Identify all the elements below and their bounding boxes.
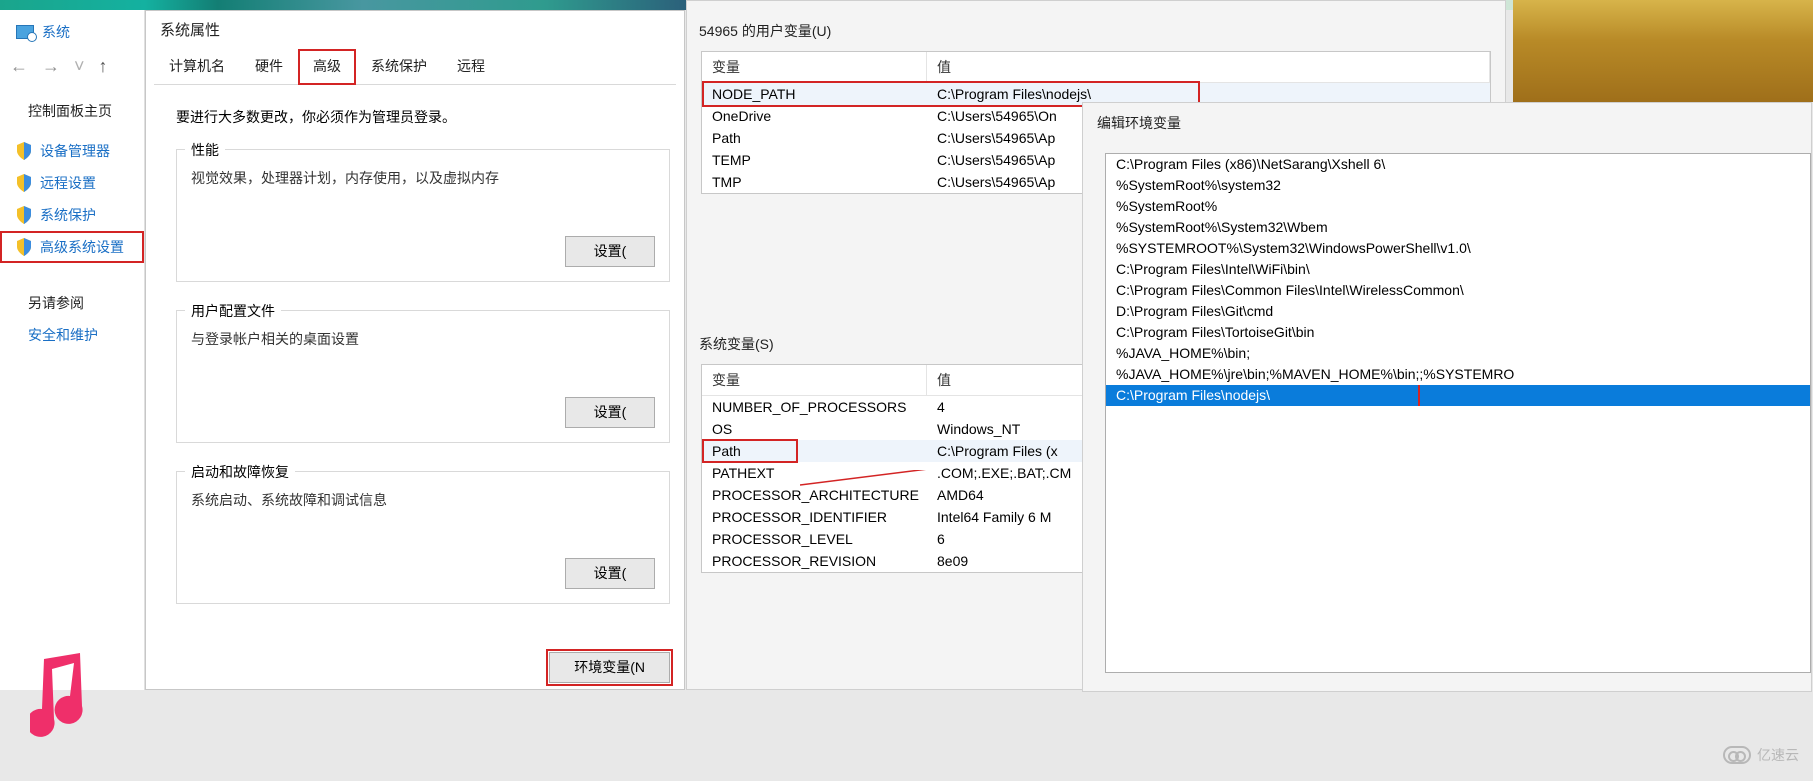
tab-computer-name[interactable]: 计算机名: [154, 49, 240, 85]
back-arrow-icon[interactable]: ←: [10, 56, 28, 77]
environment-variables-button[interactable]: 环境变量(N: [549, 652, 670, 683]
sidebar-item-label: 设备管理器: [40, 141, 110, 161]
sidebar-item-label: 远程设置: [40, 173, 96, 193]
var-name: PROCESSOR_IDENTIFIER: [702, 506, 927, 528]
path-entries-list[interactable]: C:\Program Files (x86)\NetSarang\Xshell …: [1105, 153, 1811, 673]
startup-recovery-group: 启动和故障恢复 系统启动、系统故障和调试信息 设置(: [176, 471, 670, 604]
path-entry[interactable]: C:\Program Files\Intel\WiFi\bin\: [1106, 259, 1810, 280]
path-entry[interactable]: %SYSTEMROOT%\System32\WindowsPowerShell\…: [1106, 238, 1810, 259]
up-arrow-icon[interactable]: ↑: [99, 56, 108, 77]
dialog-title: 编辑环境变量: [1083, 103, 1811, 153]
var-name: PROCESSOR_ARCHITECTURE: [702, 484, 927, 506]
path-entry[interactable]: D:\Program Files\Git\cmd: [1106, 301, 1810, 322]
cpl-title: 系统: [42, 22, 70, 42]
path-entry[interactable]: %JAVA_HOME%\jre\bin;%MAVEN_HOME%\bin;;%S…: [1106, 364, 1810, 385]
path-entry[interactable]: %SystemRoot%\System32\Wbem: [1106, 217, 1810, 238]
tab-advanced[interactable]: 高级: [298, 49, 356, 85]
watermark: 亿速云: [1723, 745, 1799, 765]
group-title: 启动和故障恢复: [185, 462, 295, 482]
var-name: PROCESSOR_REVISION: [702, 550, 927, 572]
security-maintenance-link[interactable]: 安全和维护: [0, 321, 144, 349]
group-title: 性能: [185, 140, 225, 160]
tab-system-protection[interactable]: 系统保护: [356, 49, 442, 85]
admin-note: 要进行大多数更改，你必须作为管理员登录。: [176, 107, 670, 127]
group-desc: 与登录帐户相关的桌面设置: [191, 329, 655, 349]
list-header: 变量 值: [702, 52, 1490, 83]
system-icon: [16, 25, 34, 39]
var-name: PATHEXT: [702, 462, 927, 484]
col-variable[interactable]: 变量: [702, 52, 927, 82]
group-title: 用户配置文件: [185, 301, 281, 321]
sidebar-item-advanced-settings[interactable]: 高级系统设置: [0, 231, 144, 263]
cpl-header: 系统: [0, 10, 144, 48]
performance-settings-button[interactable]: 设置(: [565, 236, 655, 267]
startup-settings-button[interactable]: 设置(: [565, 558, 655, 589]
sidebar-item-protection[interactable]: 系统保护: [0, 199, 144, 231]
var-name: PROCESSOR_LEVEL: [702, 528, 927, 550]
recent-chevron-icon[interactable]: ˅: [74, 56, 85, 77]
profiles-settings-button[interactable]: 设置(: [565, 397, 655, 428]
tab-strip: 计算机名 硬件 高级 系统保护 远程: [154, 48, 676, 85]
path-entry[interactable]: C:\Program Files\Common Files\Intel\Wire…: [1106, 280, 1810, 301]
performance-group: 性能 视觉效果，处理器计划，内存使用，以及虚拟内存 设置(: [176, 149, 670, 282]
sidebar-item-remote[interactable]: 远程设置: [0, 167, 144, 199]
group-desc: 视觉效果，处理器计划，内存使用，以及虚拟内存: [191, 168, 655, 188]
control-panel-home[interactable]: 控制面板主页: [0, 91, 144, 135]
sidebar-item-label: 系统保护: [40, 205, 96, 225]
watermark-text: 亿速云: [1757, 745, 1799, 765]
path-entry-nodejs[interactable]: C:\Program Files\nodejs\: [1106, 385, 1810, 406]
col-variable[interactable]: 变量: [702, 365, 927, 395]
user-profiles-group: 用户配置文件 与登录帐户相关的桌面设置 设置(: [176, 310, 670, 443]
see-also-heading: 另请参阅: [0, 263, 144, 321]
tab-remote[interactable]: 远程: [442, 49, 500, 85]
var-name: OS: [702, 418, 927, 440]
music-app-icon[interactable]: [30, 651, 100, 741]
control-panel-sidebar: 系统 ← → ˅ ↑ 控制面板主页 设备管理器 远程设置 系统保护 高级系统设置…: [0, 10, 145, 690]
dialog-title: 系统属性: [146, 11, 684, 48]
path-entry[interactable]: C:\Program Files (x86)\NetSarang\Xshell …: [1106, 154, 1810, 175]
user-vars-label: 54965 的用户变量(U): [687, 1, 1505, 51]
watermark-logo-icon: [1723, 746, 1751, 764]
var-name: TEMP: [702, 149, 927, 171]
forward-arrow-icon[interactable]: →: [42, 56, 60, 77]
sidebar-item-device-manager[interactable]: 设备管理器: [0, 135, 144, 167]
shield-icon: [16, 206, 32, 224]
path-entry[interactable]: %SystemRoot%\system32: [1106, 175, 1810, 196]
var-name: Path: [702, 440, 927, 462]
system-properties-dialog: 系统属性 计算机名 硬件 高级 系统保护 远程 要进行大多数更改，你必须作为管理…: [145, 10, 685, 690]
group-desc: 系统启动、系统故障和调试信息: [191, 490, 655, 510]
shield-icon: [16, 174, 32, 192]
var-name: Path: [702, 127, 927, 149]
var-name: TMP: [702, 171, 927, 193]
path-entry[interactable]: C:\Program Files\TortoiseGit\bin: [1106, 322, 1810, 343]
path-entry[interactable]: %JAVA_HOME%\bin;: [1106, 343, 1810, 364]
var-name: OneDrive: [702, 105, 927, 127]
var-name: NUMBER_OF_PROCESSORS: [702, 396, 927, 418]
var-name: NODE_PATH: [702, 83, 927, 105]
shield-icon: [16, 142, 32, 160]
edit-env-variable-dialog: 编辑环境变量 C:\Program Files (x86)\NetSarang\…: [1082, 102, 1812, 692]
col-value[interactable]: 值: [927, 52, 1490, 82]
path-entry[interactable]: %SystemRoot%: [1106, 196, 1810, 217]
tab-hardware[interactable]: 硬件: [240, 49, 298, 85]
background-window-fragment: [1513, 0, 1813, 102]
sidebar-item-label: 高级系统设置: [40, 237, 124, 257]
shield-icon: [16, 238, 32, 256]
nav-buttons: ← → ˅ ↑: [0, 48, 144, 91]
